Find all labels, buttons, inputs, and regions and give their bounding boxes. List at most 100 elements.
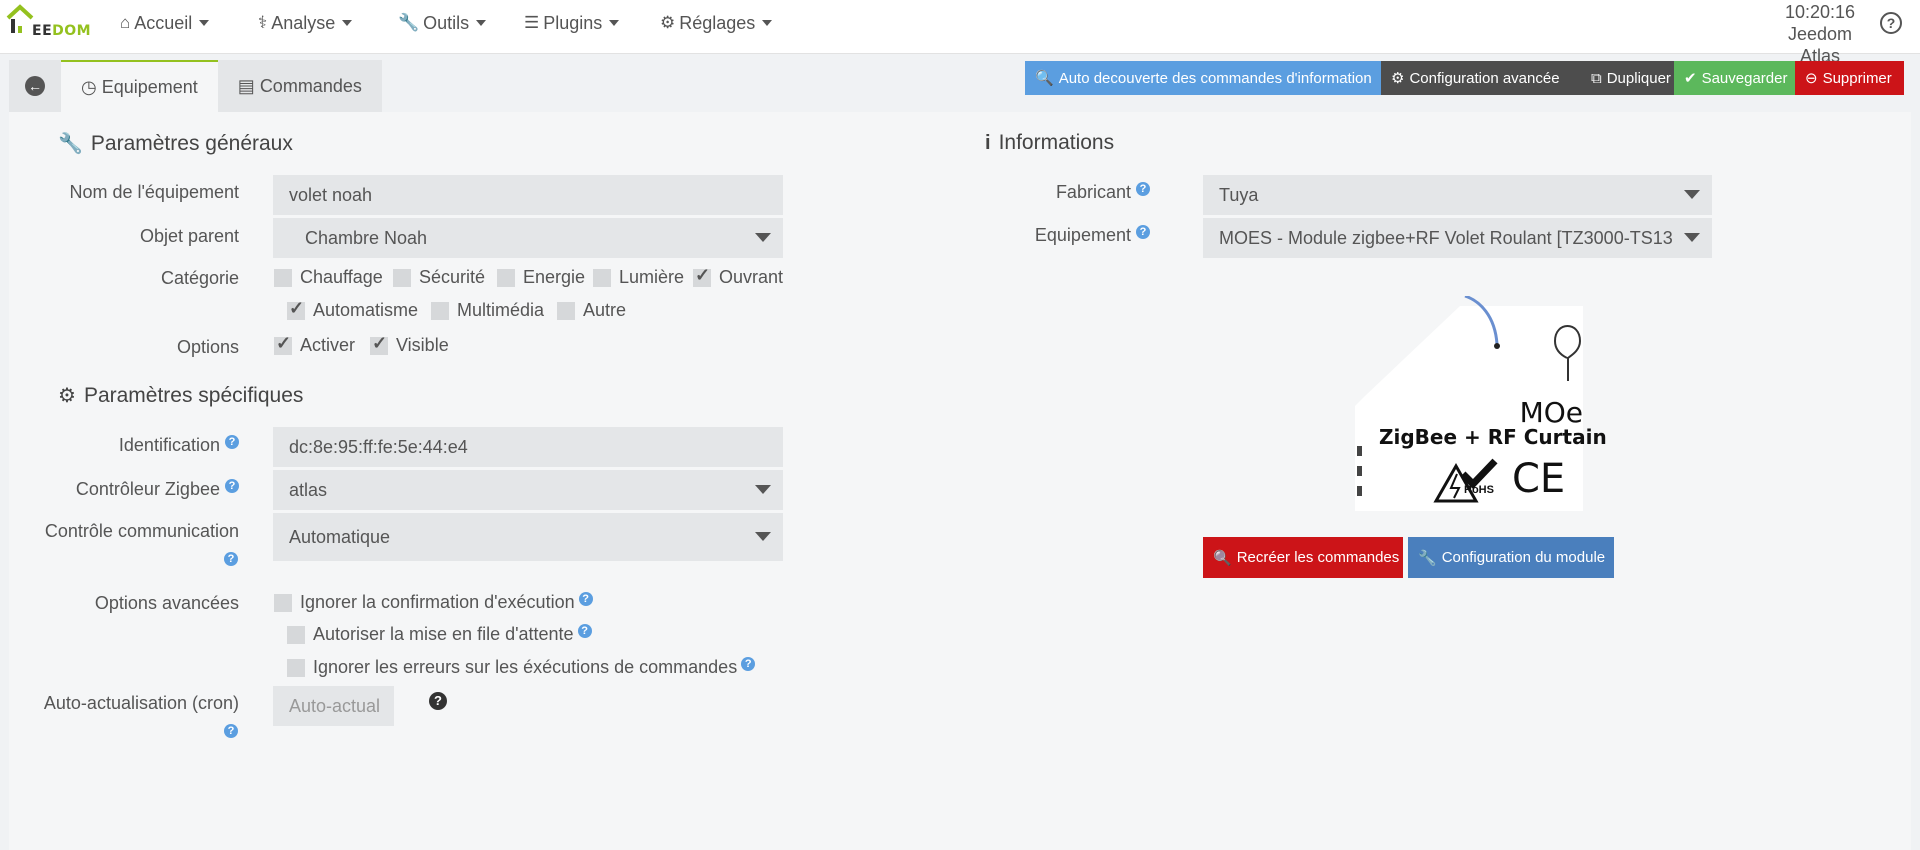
cron-label: Auto-actualisation (cron) (43, 693, 239, 713)
wrench-icon: 🔧 (398, 13, 420, 32)
wrench-icon: 🔧 (1418, 549, 1437, 567)
cron-input[interactable]: Auto-actual (273, 686, 394, 726)
tab-equipement[interactable]: ◷ Equipement (61, 60, 218, 112)
options-label: Options (176, 337, 239, 357)
question-circle-icon[interactable]: ? (225, 435, 239, 449)
equipment-tabs: ← ◷ Equipement ▤ Commandes (9, 60, 382, 112)
advanced-options-label: Options avancées (94, 593, 239, 613)
nav-plugins[interactable]: ☰ Plugins (524, 0, 620, 46)
checkbox-checked (693, 265, 711, 287)
stethoscope-icon: ⚕ (258, 13, 268, 32)
parent-label: Objet parent (139, 226, 239, 246)
cogs-icon: ⚙ (1391, 70, 1405, 87)
help-icon[interactable]: ? (1880, 12, 1902, 34)
equipment-label: Equipement ? (920, 225, 1150, 246)
category-automatisme[interactable]: Automatisme (287, 298, 418, 321)
tab-commandes[interactable]: ▤ Commandes (217, 60, 382, 112)
option-activer[interactable]: Activer (274, 333, 355, 356)
caret-down-icon (762, 20, 773, 26)
device-rohs-label: RoHS (1464, 484, 1494, 496)
question-circle-dark-icon[interactable]: ? (429, 692, 447, 710)
cogs-icon: ⚙ (58, 385, 76, 407)
clock: 10:20:16 Jeedom Atlas (1775, 1, 1865, 67)
checkbox-checked (274, 333, 292, 355)
category-label: Catégorie (160, 268, 239, 288)
nav-analyse[interactable]: ⚕ Analyse (258, 0, 353, 46)
checkbox (593, 268, 611, 287)
caret-down-icon (199, 20, 210, 26)
checkbox (497, 268, 515, 287)
copy-icon: ⧉ (1591, 69, 1602, 87)
clock-time: 10:20:16 (1784, 2, 1856, 22)
tasks-icon: ☰ (524, 13, 540, 32)
manufacturer-label: Fabricant ? (920, 182, 1150, 203)
category-autre[interactable]: Autre (557, 300, 626, 321)
category-ouvrant[interactable]: Ouvrant (693, 265, 783, 288)
advanced-config-button[interactable]: ⚙ Configuration avancée (1381, 61, 1581, 95)
parent-select[interactable]: Chambre Noah (273, 218, 783, 258)
name-label: Nom de l'équipement (69, 182, 239, 202)
identification-label: Identification ? (9, 435, 239, 456)
jeedom-logo[interactable]: EEDOM (6, 4, 96, 46)
wrench-icon: 🔧 (58, 133, 83, 155)
minus-circle-icon: ⊖ (1805, 70, 1818, 87)
question-circle-icon[interactable]: ? (225, 479, 239, 493)
checkbox (393, 268, 411, 287)
check-circle-icon: ✔ (1684, 70, 1697, 87)
question-circle-icon[interactable]: ? (1136, 182, 1150, 196)
comm-select[interactable]: Automatique (273, 513, 783, 561)
checkbox (431, 301, 449, 320)
general-settings-title: 🔧 Paramètres généraux (58, 131, 293, 156)
controller-label: Contrôleur Zigbee ? (9, 479, 239, 500)
module-config-button[interactable]: 🔧 Configuration du module (1408, 537, 1614, 578)
delete-button[interactable]: ⊖ Supprimer (1795, 61, 1904, 95)
name-input[interactable]: volet noah (273, 175, 783, 215)
cog-icon: ⚙ (660, 13, 676, 32)
caret-down-icon (1684, 190, 1700, 199)
device-model-label: ZigBee + RF Curtain (1379, 425, 1607, 449)
ignore-confirmation-checkbox[interactable]: Ignorer la confirmation d'exécution ? (274, 591, 593, 613)
identification-input[interactable]: dc:8e:95:ff:fe:5e:44:e4 (273, 427, 783, 467)
controller-select[interactable]: atlas (273, 470, 783, 510)
checkbox (274, 593, 292, 612)
back-tab[interactable]: ← (9, 60, 61, 112)
equipment-select[interactable]: MOES - Module zigbee+RF Volet Roulant [T… (1203, 218, 1712, 258)
save-button[interactable]: ✔ Sauvegarder (1674, 61, 1795, 95)
option-visible[interactable]: Visible (370, 333, 449, 356)
recreate-commands-button[interactable]: 🔍 Recréer les commandes (1203, 537, 1403, 578)
category-multimedia[interactable]: Multimédia (431, 300, 544, 321)
home-icon: ⌂ (120, 13, 131, 32)
checkbox (557, 301, 575, 320)
search-icon: 🔍 (1035, 70, 1054, 87)
question-circle-icon[interactable]: ? (741, 656, 756, 671)
checkbox (287, 625, 305, 644)
category-lumiere[interactable]: Lumière (593, 267, 684, 288)
duplicate-button[interactable]: ⧉ Dupliquer (1581, 61, 1674, 95)
caret-down-icon (476, 20, 487, 26)
caret-down-icon (609, 20, 620, 26)
tachometer-icon: ◷ (81, 76, 97, 97)
category-energie[interactable]: Energie (497, 267, 585, 288)
category-securite[interactable]: Sécurité (393, 267, 485, 288)
category-chauffage[interactable]: Chauffage (274, 267, 383, 288)
caret-down-icon (755, 485, 771, 494)
auto-discover-button[interactable]: 🔍 Auto decouverte des commandes d'inform… (1025, 61, 1381, 95)
checkbox (287, 658, 305, 677)
question-circle-icon[interactable]: ? (578, 591, 593, 606)
nav-reglages[interactable]: ⚙ Réglages (660, 0, 773, 46)
comm-label: Contrôle communication (44, 521, 239, 541)
question-circle-icon[interactable]: ? (224, 552, 238, 566)
allow-queue-checkbox[interactable]: Autoriser la mise en file d'attente ? (287, 623, 592, 645)
nav-accueil[interactable]: ⌂ Accueil (120, 0, 210, 46)
question-circle-icon[interactable]: ? (1136, 225, 1150, 239)
arrow-left-icon: ← (25, 76, 45, 96)
nav-outils[interactable]: 🔧 Outils (398, 0, 487, 46)
question-circle-icon[interactable]: ? (577, 623, 592, 638)
logo-text: EEDOM (32, 23, 92, 39)
specific-settings-title: ⚙ Paramètres spécifiques (58, 383, 304, 408)
manufacturer-select[interactable]: Tuya (1203, 175, 1712, 215)
device-ce-mark: CE (1512, 456, 1566, 502)
caret-down-icon (755, 233, 771, 242)
ignore-errors-checkbox[interactable]: Ignorer les erreurs sur les éxécutions d… (287, 656, 756, 678)
question-circle-icon[interactable]: ? (224, 724, 238, 738)
